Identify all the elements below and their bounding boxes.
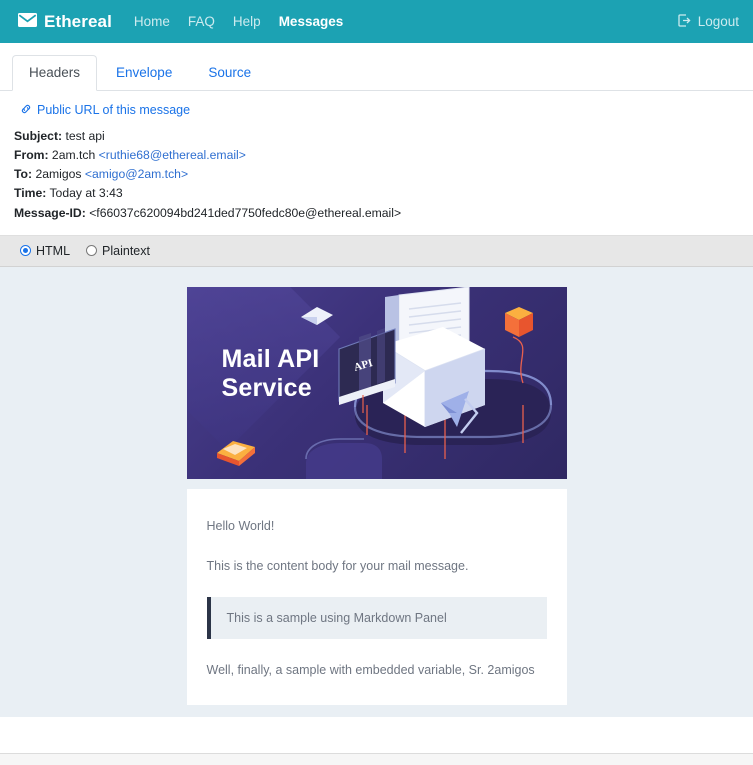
page-footer: © 2017—2022 Ethereal Email info@ethereal… — [0, 752, 753, 765]
header-value-from: 2am.tch — [51, 147, 96, 162]
logout-button[interactable]: Logout — [678, 13, 739, 30]
header-label-time: Time: — [14, 186, 47, 201]
brand-logo[interactable]: Ethereal — [18, 12, 112, 32]
header-address-from: <ruthie68@ethereal.email> — [98, 147, 246, 162]
logout-label: Logout — [697, 14, 739, 29]
header-label-from: From: — [14, 147, 49, 162]
hero-title: Mail API Service — [221, 344, 320, 403]
header-label-to: To: — [14, 167, 33, 182]
body-paragraph-closing: Well, finally, a sample with embedded va… — [206, 663, 535, 678]
headers-pane: Public URL of this message Subject: test… — [0, 90, 753, 236]
header-label-message-id: Message-ID: — [14, 205, 86, 220]
header-row-from: From: 2am.tch <ruthie68@ethereal.email> — [14, 146, 741, 165]
hero-book-icon — [216, 440, 255, 466]
tab-headers[interactable]: Headers — [12, 55, 98, 91]
nav-link-home[interactable]: Home — [134, 14, 170, 29]
hero-shard-icon — [300, 306, 333, 325]
link-icon — [20, 103, 32, 118]
tab-source[interactable]: Source — [191, 55, 268, 91]
nav-links: Home FAQ Help Messages — [134, 14, 343, 29]
markdown-panel: This is a sample using Markdown Panel — [206, 597, 547, 640]
radio-plaintext-indicator[interactable] — [86, 245, 98, 257]
navbar-right: Logout — [678, 13, 739, 30]
message-body-frame: API Mail API Service Hello World! This i… — [0, 266, 753, 717]
brand-name: Ethereal — [44, 11, 112, 31]
hero-banner-image: API Mail API Service — [186, 286, 567, 479]
header-value-time: Today at 3:43 — [49, 186, 123, 201]
radio-html-indicator[interactable] — [20, 245, 31, 257]
email-container: API Mail API Service Hello World! This i… — [186, 286, 567, 717]
radio-plaintext-label: Plaintext — [102, 243, 150, 258]
nav-link-faq[interactable]: FAQ — [188, 14, 215, 29]
body-paragraph-greeting: Hello World! — [206, 518, 275, 533]
footer-spacer — [0, 716, 753, 753]
header-row-subject: Subject: test api — [14, 127, 741, 146]
tab-envelope[interactable]: Envelope — [99, 55, 189, 91]
nav-link-help[interactable]: Help — [233, 14, 261, 29]
public-url-label: Public URL of this message — [37, 103, 191, 118]
header-row-message-id: Message-ID: <f66037c620094bd241ded7750fe… — [14, 204, 741, 223]
header-row-time: Time: Today at 3:43 — [14, 184, 741, 203]
format-selector-bar: HTML Plaintext — [0, 235, 753, 267]
radio-html-label: HTML — [36, 243, 71, 258]
envelope-icon — [18, 12, 37, 32]
radio-option-html[interactable]: HTML — [20, 244, 70, 258]
sign-out-icon — [678, 13, 692, 30]
header-value-subject: test api — [65, 128, 105, 143]
body-paragraph-content: This is the content body for your mail m… — [206, 559, 469, 573]
tabs-bar: Headers Envelope Source — [0, 43, 753, 91]
top-navbar: Ethereal Home FAQ Help Messages Logout — [0, 0, 753, 43]
header-value-message-id: <f66037c620094bd241ded7750fedc80e@ethere… — [89, 205, 402, 220]
header-row-to: To: 2amigos <amigo@2am.tch> — [14, 165, 741, 184]
public-url-link[interactable]: Public URL of this message — [20, 103, 190, 118]
hero-slab-decoration — [304, 438, 382, 479]
radio-option-plaintext[interactable]: Plaintext — [86, 244, 150, 258]
header-label-subject: Subject: — [14, 128, 63, 143]
tab-list: Headers Envelope Source — [12, 55, 741, 91]
email-body-card: Hello World! This is the content body fo… — [186, 488, 567, 706]
email-footer-text: © 2023 Mail API Service. All rights rese… — [187, 705, 567, 717]
header-value-to: 2amigos — [35, 167, 82, 182]
header-address-to: <amigo@2am.tch> — [84, 167, 189, 182]
nav-link-messages[interactable]: Messages — [279, 14, 344, 29]
